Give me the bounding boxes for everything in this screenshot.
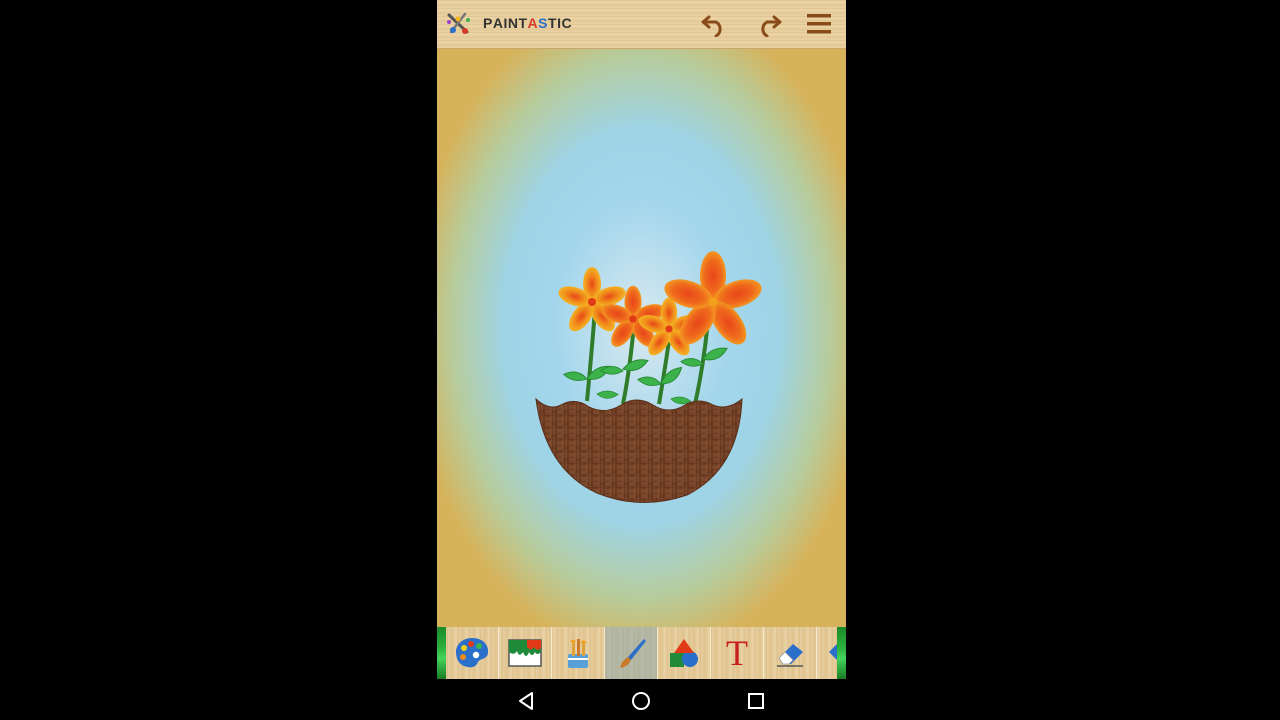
- scroll-edge-left: [437, 627, 446, 679]
- back-icon: [519, 692, 533, 710]
- phone-screen: PAINTASTIC T: [437, 0, 846, 720]
- tool-eraser[interactable]: [764, 627, 817, 679]
- redo-icon: [761, 15, 782, 37]
- title-letter: T: [518, 15, 528, 31]
- title-letter: P: [483, 15, 493, 31]
- paintbrush-icon: [620, 639, 646, 668]
- undo-icon: [701, 15, 722, 37]
- title-letter: A: [527, 15, 539, 31]
- nav-recents-button[interactable]: [745, 690, 767, 712]
- text-tool-icon: T: [726, 633, 748, 673]
- color-palette-icon: [456, 638, 489, 668]
- overflow-menu-button[interactable]: [803, 9, 835, 39]
- tool-brush-set[interactable]: [552, 627, 605, 679]
- undo-button[interactable]: [699, 9, 731, 39]
- app-bar: PAINTASTIC: [437, 0, 846, 49]
- app-title: PAINTASTIC: [483, 15, 572, 31]
- system-nav-bar: [437, 680, 846, 720]
- title-letter: N: [507, 15, 519, 31]
- shapes-icon: [670, 639, 698, 667]
- nav-back-button[interactable]: [515, 690, 537, 712]
- tool-background-fill[interactable]: [499, 627, 552, 679]
- tool-color-palette[interactable]: [446, 627, 499, 679]
- title-letter: C: [561, 15, 573, 31]
- recents-icon: [748, 693, 764, 709]
- nav-home-button[interactable]: [630, 690, 652, 712]
- scroll-edge-right: [837, 627, 846, 679]
- title-letter: A: [492, 15, 504, 31]
- tool-more-partial[interactable]: [817, 627, 838, 679]
- eraser-icon: [777, 644, 803, 667]
- background-fill-icon: [508, 639, 542, 667]
- tool-shapes[interactable]: [658, 627, 711, 679]
- partial-tool-icon: [829, 644, 837, 660]
- brush-set-icon: [568, 639, 588, 668]
- tool-bar: T: [437, 627, 846, 679]
- paintbrush-splash-icon: [445, 10, 473, 38]
- flower-basket-drawing: [535, 251, 766, 503]
- redo-button[interactable]: [752, 9, 784, 39]
- tool-paintbrush[interactable]: [605, 627, 658, 679]
- home-icon: [632, 692, 650, 710]
- title-letter: S: [538, 15, 549, 31]
- title-letter: T: [548, 15, 558, 31]
- hamburger-menu-icon: [807, 14, 831, 34]
- tool-text[interactable]: T: [711, 627, 764, 679]
- drawing-canvas[interactable]: [437, 49, 846, 627]
